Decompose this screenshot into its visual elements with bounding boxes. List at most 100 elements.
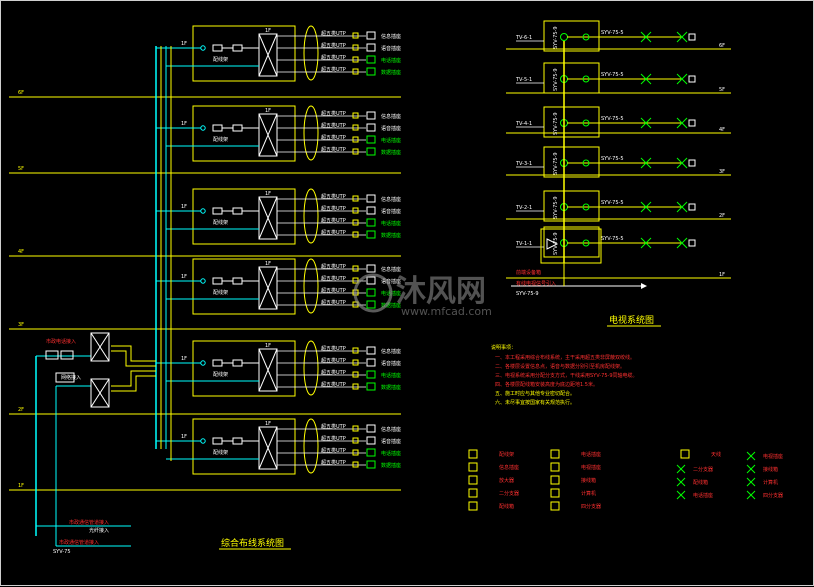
legend-symbol: 二分支器 (676, 464, 713, 474)
note-line: 五、施工时应与其他专业密切配合。 (495, 390, 575, 397)
svg-text:超五类UTP: 超五类UTP (321, 287, 346, 294)
incoming-label: 有线电视信号引入 (516, 280, 556, 287)
legend-item: 放大器 (468, 475, 514, 485)
floor-panel: 1F配线架1F超五类UTP 信息插座超五类UTP 语音插座超五类UTP 电话插座超五类… (156, 188, 401, 245)
svg-text:语音插座: 语音插座 (381, 438, 401, 445)
legend-item: 天线 (680, 449, 721, 459)
legend-symbol: 电视插座 (746, 451, 783, 461)
bottom-label-1: 市政通信管道接入 (69, 519, 109, 526)
svg-text:信息插座: 信息插座 (381, 348, 401, 355)
left-panels: 1F配线架1F超五类UTP 信息插座超五类UTP 语音插座超五类UTP 电话插座超五类… (156, 25, 401, 475)
svg-text:1F: 1F (265, 421, 271, 427)
svg-text:SYV-75-5: SYV-75-5 (601, 156, 624, 162)
svg-text:电话插座: 电话插座 (381, 57, 401, 64)
legend-symbol: 四分支器 (746, 490, 783, 500)
watermark-main: 沐风网 (396, 274, 486, 309)
svg-text:超五类UTP: 超五类UTP (321, 205, 346, 212)
svg-text:超五类UTP: 超五类UTP (321, 447, 346, 454)
svg-text:1F: 1F (181, 204, 187, 210)
svg-text:电话插座: 电话插座 (381, 450, 401, 457)
tv-amp-row: TV-2-1 SYV-75-5 SYV-75-9 (515, 190, 696, 222)
headend-label: 前端设备箱 (516, 269, 541, 276)
svg-text:SYV-75-5: SYV-75-5 (601, 200, 624, 206)
legend-item: 配线架 (468, 449, 514, 459)
svg-text:四分支器: 四分支器 (581, 503, 601, 510)
svg-text:1F: 1F (181, 41, 187, 47)
note-line: 四、各楼层配线箱安装高度为底边距地1.5米。 (495, 381, 598, 388)
legend-symbol: 电话插座 (676, 490, 713, 500)
svg-text:超五类UTP: 超五类UTP (321, 146, 346, 153)
svg-text:超五类UTP: 超五类UTP (321, 357, 346, 364)
svg-text:4F: 4F (719, 127, 725, 133)
bottom-label-3: 市政通信管道接入 (59, 539, 99, 546)
svg-text:配线箱: 配线箱 (499, 503, 514, 510)
legend-symbol: 计算机 (746, 477, 778, 487)
svg-text:超五类UTP: 超五类UTP (321, 275, 346, 282)
svg-text:1F: 1F (181, 121, 187, 127)
svg-text:6F: 6F (719, 43, 725, 49)
svg-text:语音插座: 语音插座 (381, 45, 401, 52)
drawing-canvas: 6F 5F 4F 3F 2F 1F 1F 配线架 1F 超五类UTP 信息插座 超五类UTP 语音插座… (0, 0, 814, 586)
legend-item: 电话插座 (550, 449, 601, 459)
svg-text:超五类UTP: 超五类UTP (321, 229, 346, 236)
legend-item: 信息插座 (468, 462, 519, 472)
svg-text:SYV-75-9: SYV-75-9 (553, 196, 559, 219)
floor-panel: 1F配线架1F超五类UTP 信息插座超五类UTP 语音插座超五类UTP 电话插座超五类… (156, 258, 401, 315)
svg-text:1F: 1F (181, 356, 187, 362)
left-riser (35, 46, 172, 547)
legend-item: 二分支器 (468, 488, 519, 498)
svg-text:超五类UTP: 超五类UTP (321, 134, 346, 141)
floor-label: 4F (18, 249, 24, 255)
svg-text:SYV-75-5: SYV-75-5 (601, 30, 624, 36)
note-line: 一、本工程采用综合布线系统，主干采用超五类非屏蔽双绞线。 (495, 354, 635, 361)
svg-text:超五类UTP: 超五类UTP (321, 54, 346, 61)
left-labels: 市政电话接入 网络接入 市政通信管道接入 光纤接入 市政通信管道接入 SYV-7… (46, 338, 291, 555)
bottom-label-2: 光纤接入 (89, 527, 109, 534)
svg-text:放大器: 放大器 (499, 477, 514, 484)
legend-item: 接线箱 (550, 475, 596, 485)
svg-text:2F: 2F (719, 213, 725, 219)
svg-text:SYV-75-5: SYV-75-5 (601, 236, 624, 242)
floor-label: 1F (18, 483, 24, 489)
svg-text:语音插座: 语音插座 (381, 208, 401, 215)
watermark: 沐风网 www.mfcad.com (353, 273, 492, 318)
bottom-label-4: SYV-75 (53, 549, 71, 555)
svg-text:超五类UTP: 超五类UTP (321, 217, 346, 224)
legend-item: 配线箱 (468, 501, 514, 511)
svg-text:信息插座: 信息插座 (381, 113, 401, 120)
svg-text:配线架: 配线架 (213, 219, 228, 226)
svg-text:SYV-75-5: SYV-75-5 (601, 116, 624, 122)
svg-text:超五类UTP: 超五类UTP (321, 435, 346, 442)
svg-text:电话插座: 电话插座 (693, 492, 713, 499)
notes-heading: 说明事项： (491, 344, 516, 351)
svg-text:超五类UTP: 超五类UTP (321, 263, 346, 270)
tv-amp-row: TV-5-1 SYV-75-5 SYV-75-9 (515, 62, 696, 94)
svg-text:1F: 1F (265, 108, 271, 114)
svg-text:1F: 1F (265, 191, 271, 197)
svg-text:电话插座: 电话插座 (581, 451, 601, 458)
svg-text:超五类UTP: 超五类UTP (321, 299, 346, 306)
svg-text:配线架: 配线架 (213, 449, 228, 456)
svg-text:四分支器: 四分支器 (763, 492, 783, 499)
svg-text:接线箱: 接线箱 (763, 466, 778, 473)
svg-text:SYV-75-9: SYV-75-9 (553, 68, 559, 91)
tv-amp-row: TV-1-1SYV-75-5SYV-75-9 (515, 226, 696, 258)
svg-text:天线: 天线 (711, 451, 721, 458)
svg-text:信息插座: 信息插座 (381, 33, 401, 40)
floor-label: 3F (18, 322, 24, 328)
svg-text:计算机: 计算机 (581, 490, 596, 497)
floor-label: 5F (18, 166, 24, 172)
note-line: 三、电视系统采用分配分支方式，干线采用SYV-75-9同轴电缆。 (495, 372, 638, 379)
input-label-phone: 市政电话接入 (46, 338, 76, 345)
svg-text:配线架: 配线架 (213, 371, 228, 378)
svg-text:超五类UTP: 超五类UTP (321, 193, 346, 200)
svg-text:超五类UTP: 超五类UTP (321, 30, 346, 37)
svg-text:配线架: 配线架 (499, 451, 514, 458)
floor-panel: 1F配线架1F超五类UTP 信息插座超五类UTP 语音插座超五类UTP 电话插座超五类… (156, 105, 401, 162)
svg-text:信息插座: 信息插座 (381, 426, 401, 433)
svg-text:超五类UTP: 超五类UTP (321, 381, 346, 388)
svg-text:信息插座: 信息插座 (381, 196, 401, 203)
svg-text:超五类UTP: 超五类UTP (321, 42, 346, 49)
tv-amp-row: TV-6-1 SYV-75-5 SYV-75-9 (515, 20, 696, 52)
floor-label: 2F (18, 407, 24, 413)
